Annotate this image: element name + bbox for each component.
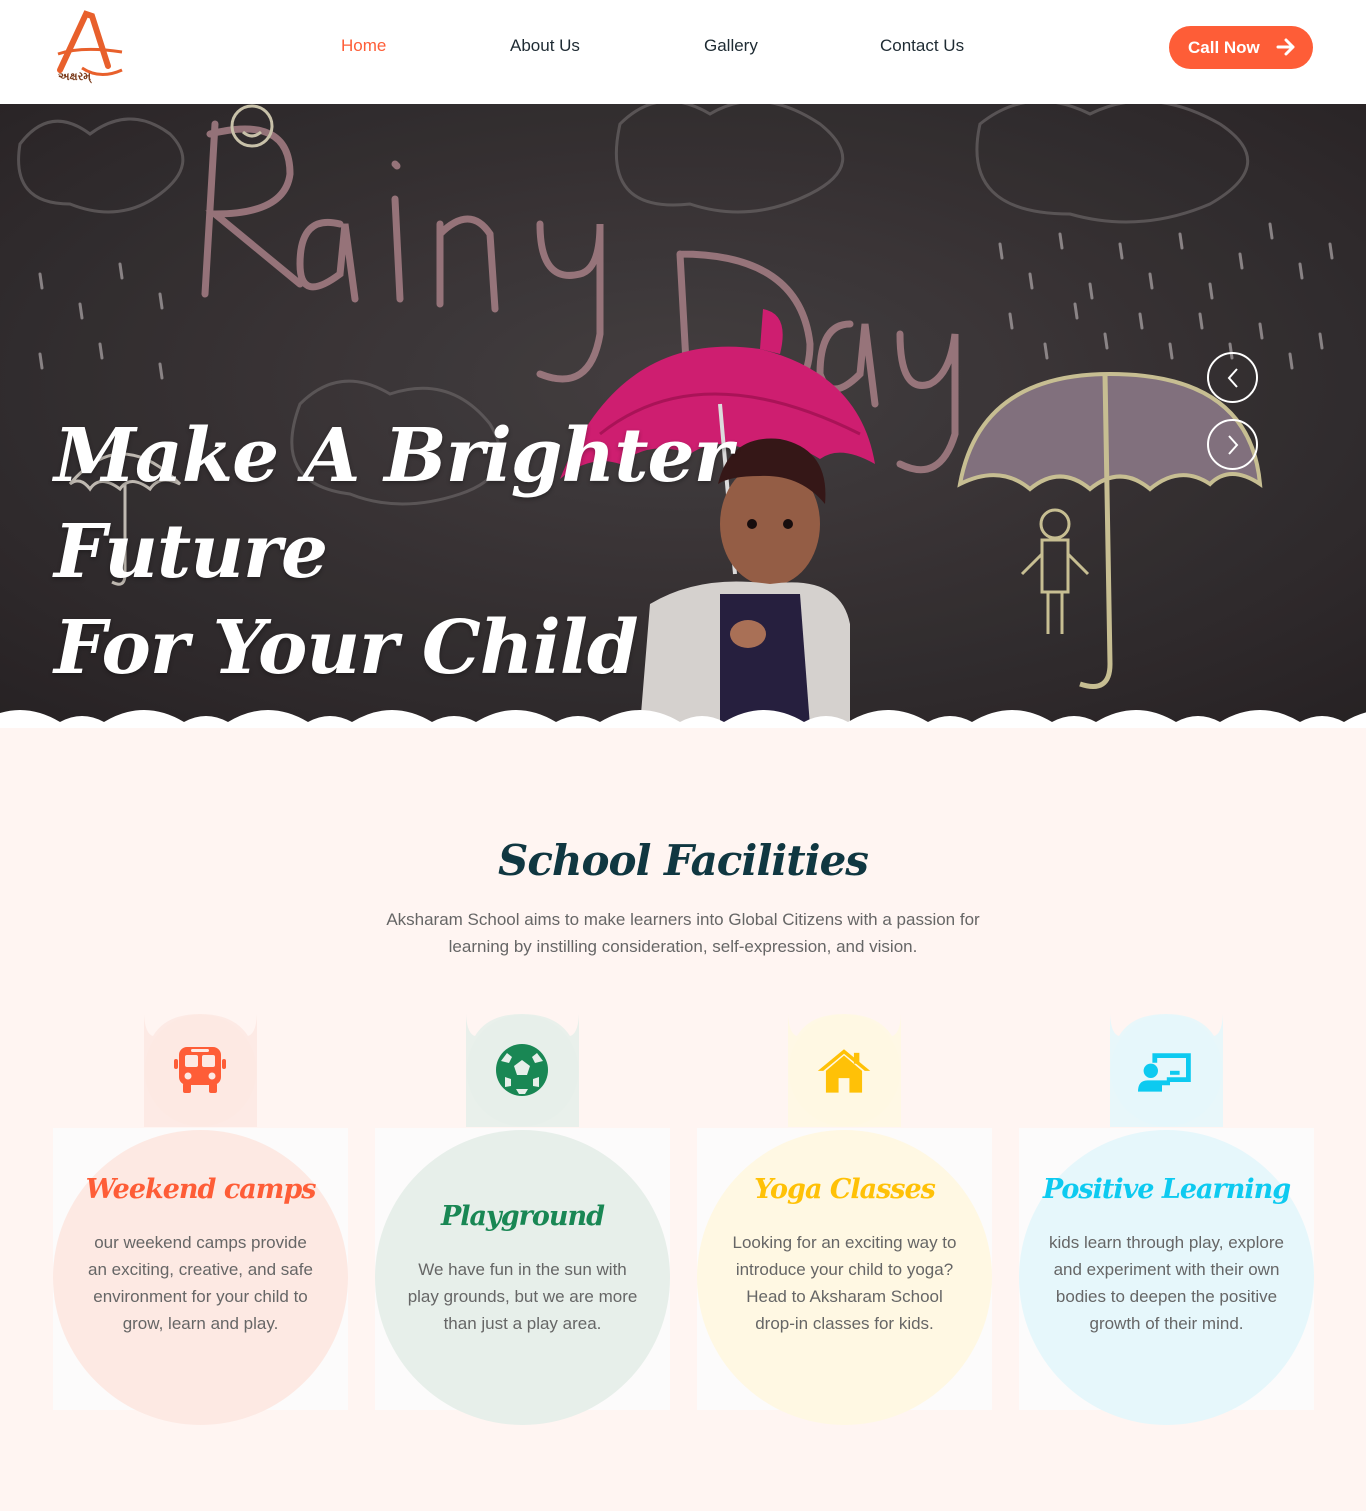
bottom-scallop-divider — [0, 710, 1366, 728]
nav-item-about-us[interactable]: About Us — [510, 36, 580, 56]
card-title: Playground — [441, 1201, 605, 1232]
card-icon-badge — [466, 1014, 579, 1127]
card-icon-badge — [144, 1014, 257, 1127]
card-text: kids learn through play, explore and exp… — [1049, 1233, 1284, 1333]
card-title: Weekend camps — [85, 1174, 317, 1205]
facilities-title: School Facilities — [498, 836, 869, 885]
home-icon — [816, 1042, 872, 1098]
facilities-description: Aksharam School aims to make learners in… — [386, 910, 980, 956]
carousel-prev-button[interactable] — [1207, 352, 1258, 403]
carousel-next-button[interactable] — [1207, 419, 1258, 470]
call-now-label: Call Now — [1188, 37, 1260, 57]
card-text: We have fun in the sun with play grounds… — [407, 1260, 638, 1333]
soccer-ball-icon — [494, 1042, 550, 1098]
chalkboard-teacher-icon — [1138, 1042, 1194, 1098]
card-text: our weekend camps provide an exciting, c… — [88, 1233, 313, 1333]
facility-card-yoga-classes: Yoga Classes Looking for an exciting way… — [697, 1014, 992, 1425]
call-now-button[interactable]: Call Now — [1169, 26, 1313, 69]
chevron-left-icon — [1227, 367, 1238, 388]
card-title: Yoga Classes — [754, 1174, 936, 1205]
card-text: Looking for an exciting way to introduce… — [732, 1233, 957, 1333]
nav-item-contact-us[interactable]: Contact Us — [880, 36, 964, 56]
facility-card-playground: Playground We have fun in the sun with p… — [375, 1014, 670, 1425]
hero-title-line-2: For Your Child — [54, 605, 639, 691]
hero-carousel: Make A Brighter Future For Your Child — [0, 104, 1366, 726]
facility-card-weekend-camps: Weekend camps our weekend camps provide … — [53, 1014, 348, 1425]
nav-item-home[interactable]: Home — [341, 36, 386, 56]
card-icon-badge — [1110, 1014, 1223, 1127]
arrow-right-icon — [1276, 38, 1295, 56]
main-nav: Home About Us Gallery Contact Us — [0, 36, 1366, 60]
hero-title-line-1: Make A Brighter Future — [54, 413, 733, 595]
logo-wordmark: અક્ષરમ્ — [58, 70, 92, 84]
card-title: Positive Learning — [1042, 1174, 1291, 1205]
card-icon-badge — [788, 1014, 901, 1127]
chevron-right-icon — [1227, 434, 1238, 455]
facility-card-positive-learning: Positive Learning kids learn through pla… — [1019, 1014, 1314, 1425]
top-scallop-divider — [0, 88, 1366, 101]
hero-title: Make A Brighter Future For Your Child — [54, 408, 954, 696]
bus-icon — [172, 1042, 228, 1098]
nav-item-gallery[interactable]: Gallery — [704, 36, 758, 56]
